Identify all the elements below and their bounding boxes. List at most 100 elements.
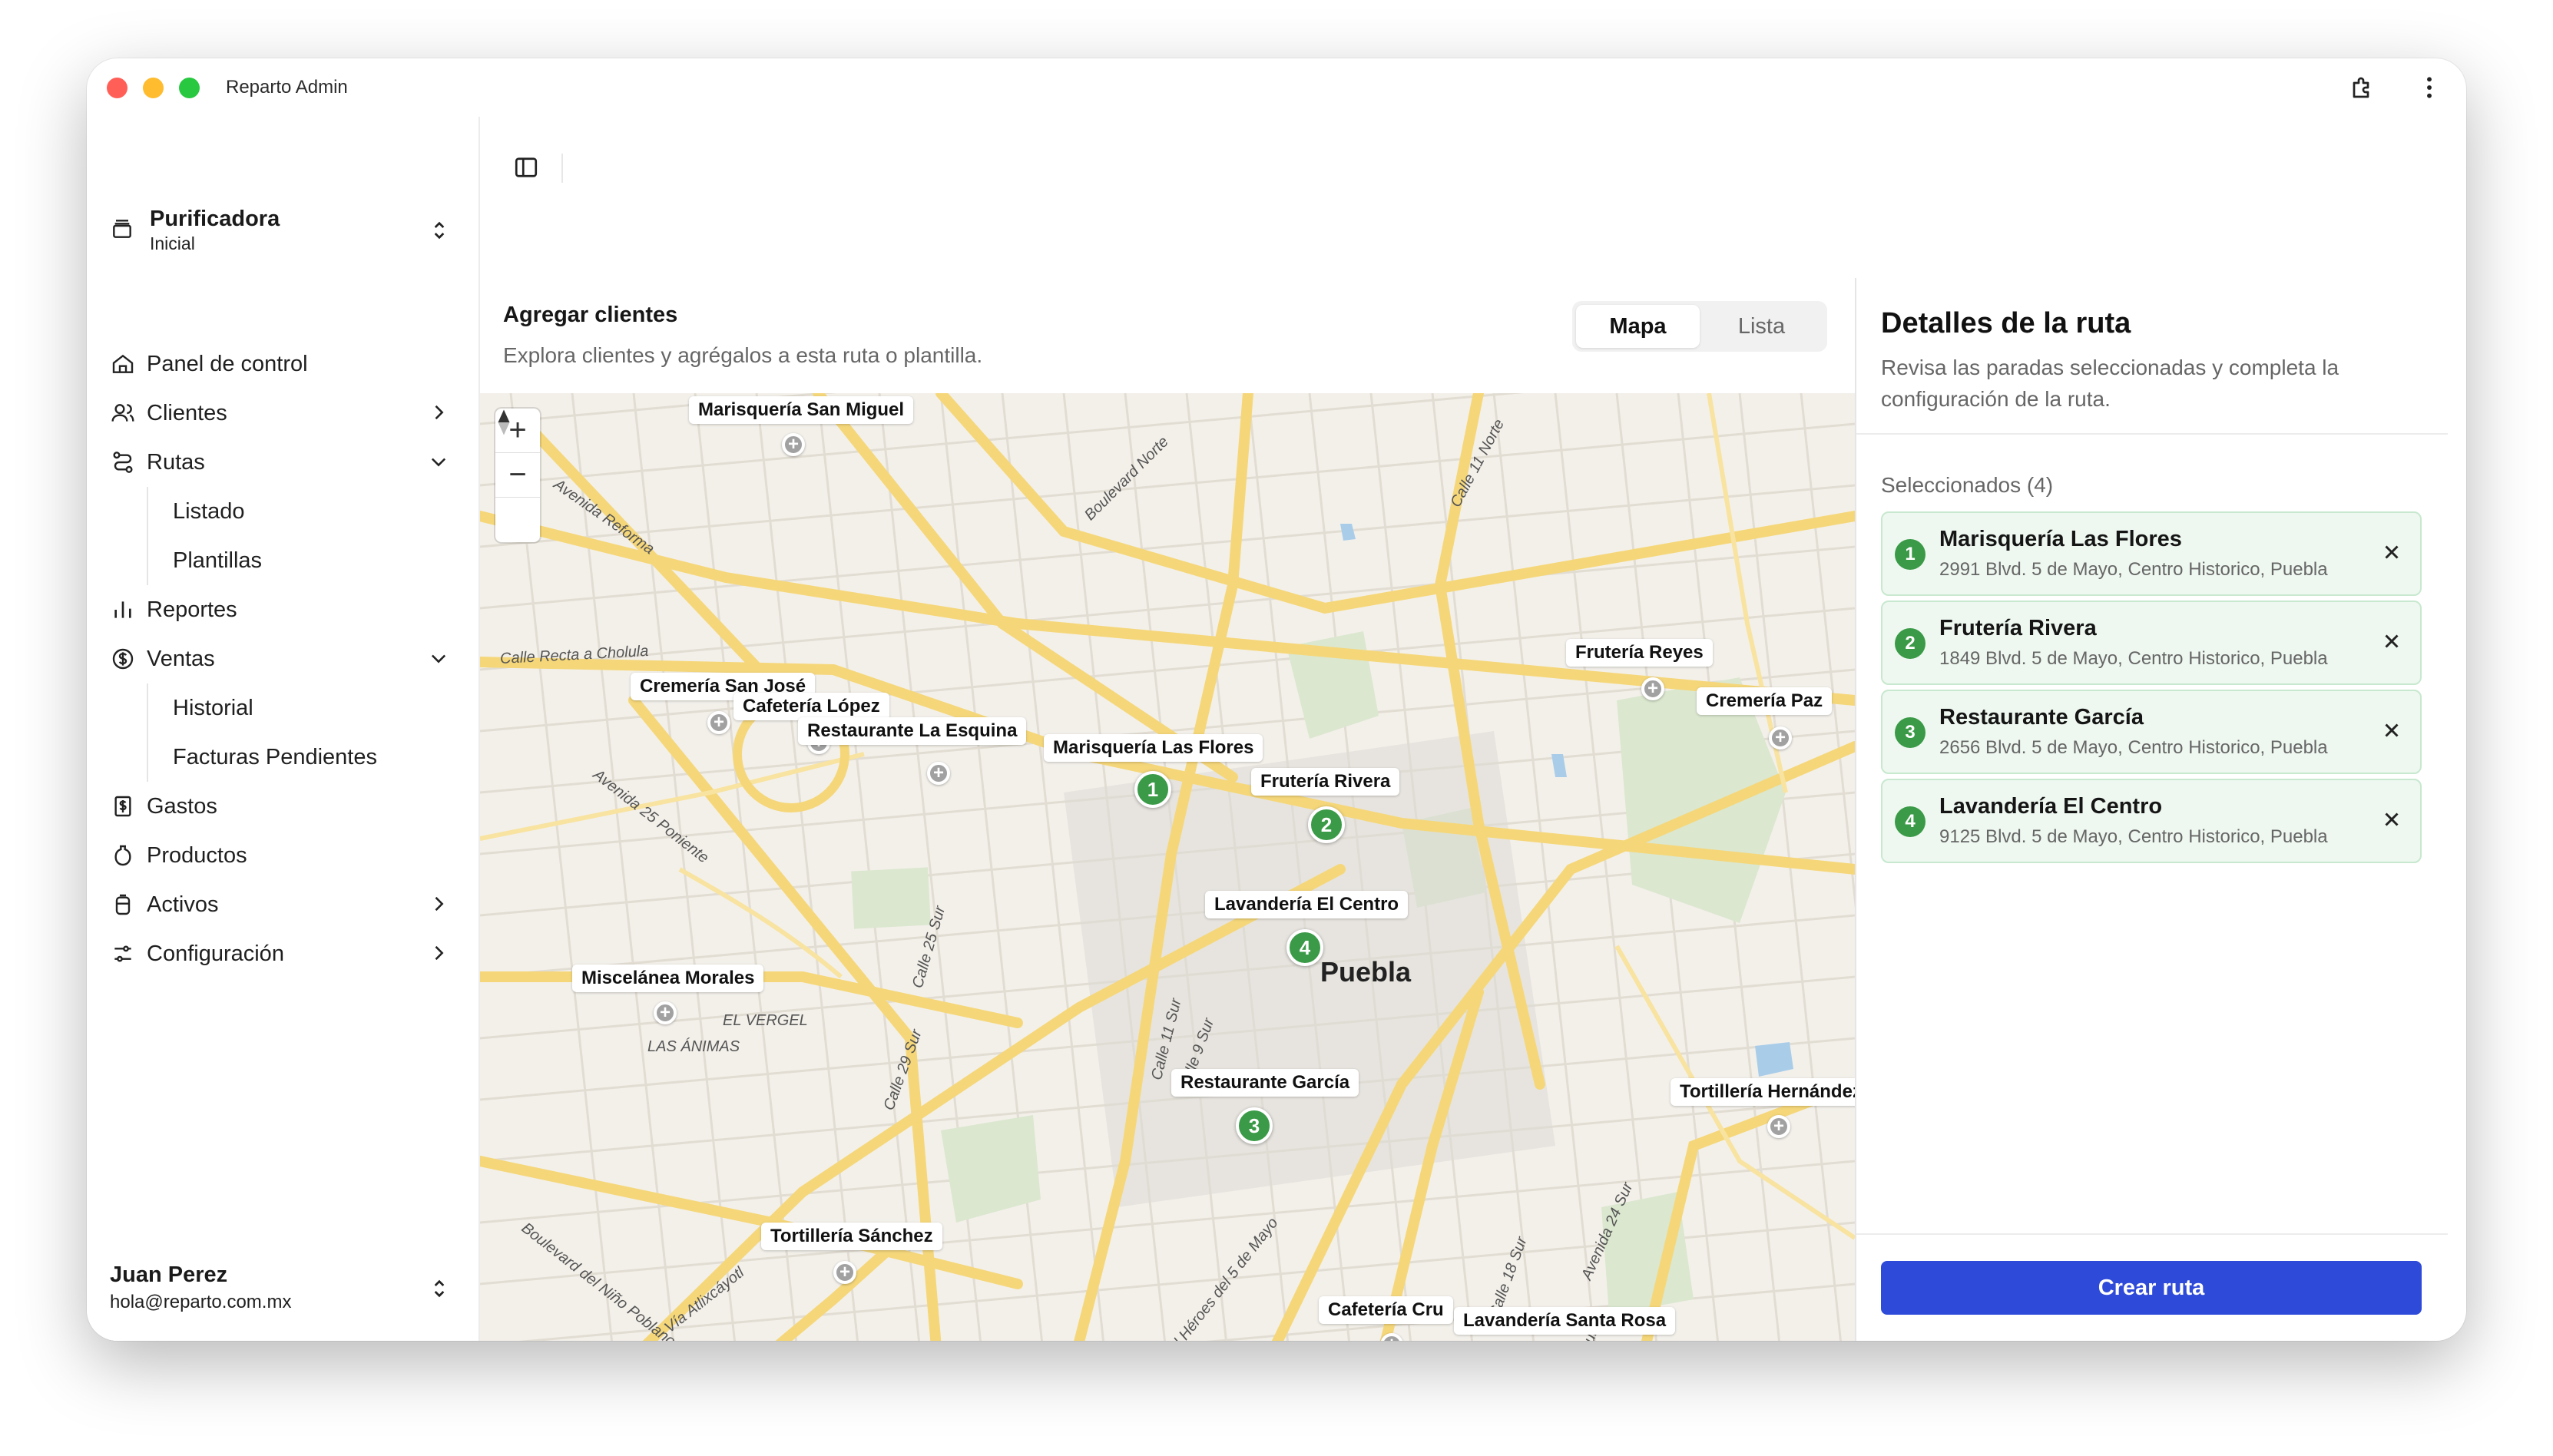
- client-label[interactable]: Cafetería Cru: [1319, 1296, 1453, 1324]
- home-icon: [110, 351, 136, 377]
- client-label[interactable]: Marisquería Las Flores: [1044, 734, 1263, 762]
- add-client-pin[interactable]: +: [833, 1261, 856, 1284]
- city-label: Puebla: [1320, 956, 1412, 988]
- client-label[interactable]: Lavandería Santa Rosa: [1454, 1307, 1676, 1335]
- add-client-pin[interactable]: +: [927, 762, 950, 785]
- client-label[interactable]: Lavandería El Centro: [1205, 891, 1409, 918]
- selected-stop-card[interactable]: 1 Marisquería Las Flores 2991 Blvd. 5 de…: [1881, 511, 2422, 596]
- client-label[interactable]: Restaurante La Esquina: [798, 717, 1027, 745]
- more-options-icon[interactable]: [2414, 72, 2445, 103]
- ventas-submenu: Historial Facturas Pendientes: [147, 683, 457, 782]
- main-area: Agregar clientes Explora clientes y agré…: [480, 117, 2466, 1341]
- add-client-pin[interactable]: +: [654, 1001, 677, 1024]
- divider: [1856, 1233, 2448, 1235]
- nav-label: Clientes: [147, 400, 227, 425]
- app-window: Reparto Admin Purificadora Inicial Panel…: [87, 58, 2466, 1341]
- create-route-button[interactable]: Crear ruta: [1881, 1261, 2422, 1315]
- nav-label: Ventas: [147, 646, 215, 671]
- add-client-pin[interactable]: +: [707, 711, 730, 734]
- selected-stops-list: 1 Marisquería Las Flores 2991 Blvd. 5 de…: [1881, 511, 2422, 868]
- stop-address: 2991 Blvd. 5 de Mayo, Centro Historico, …: [1939, 559, 2328, 580]
- remove-stop-icon[interactable]: [2380, 719, 2403, 746]
- add-client-pin[interactable]: +: [782, 433, 805, 456]
- nav-item-reportes[interactable]: Reportes: [110, 585, 457, 634]
- nav-item-configuracion[interactable]: Configuración: [110, 929, 457, 978]
- window-title: Reparto Admin: [226, 77, 348, 98]
- divider: [1856, 433, 2448, 435]
- rutas-submenu: Listado Plantillas: [147, 487, 457, 585]
- title-bar: Reparto Admin: [87, 58, 2466, 117]
- extensions-icon[interactable]: [2348, 72, 2379, 103]
- stop-address: 9125 Blvd. 5 de Mayo, Centro Historico, …: [1939, 826, 2328, 847]
- toggle-sidebar-icon[interactable]: [512, 154, 540, 185]
- client-label[interactable]: Restaurante García: [1171, 1069, 1359, 1097]
- nav-item-gastos[interactable]: Gastos: [110, 782, 457, 831]
- chevron-down-icon: [428, 647, 449, 675]
- title-bar-actions: [2348, 72, 2445, 103]
- stop-name: Frutería Rivera: [1939, 616, 2097, 640]
- client-label[interactable]: Frutería Reyes: [1566, 639, 1713, 667]
- route-stop-pin[interactable]: 4: [1286, 929, 1323, 966]
- minimize-window-button[interactable]: [143, 77, 164, 98]
- stop-order-badge: 4: [1895, 806, 1926, 837]
- route-stop-pin[interactable]: 2: [1308, 806, 1345, 843]
- client-label[interactable]: Frutería Rivera: [1251, 768, 1400, 796]
- client-label[interactable]: Tortillería Sánchez: [761, 1223, 942, 1250]
- sidebar-item-historial[interactable]: Historial: [173, 683, 457, 733]
- stop-address: 2656 Blvd. 5 de Mayo, Centro Historico, …: [1939, 737, 2328, 758]
- nav-item-panel-de-control[interactable]: Panel de control: [110, 339, 457, 389]
- tab-mapa[interactable]: Mapa: [1576, 305, 1700, 348]
- stop-order-badge: 1: [1895, 539, 1926, 570]
- selected-stop-card[interactable]: 2 Frutería Rivera 1849 Blvd. 5 de Mayo, …: [1881, 601, 2422, 685]
- nav-label: Panel de control: [147, 351, 308, 376]
- nav-item-rutas[interactable]: Rutas: [110, 438, 457, 487]
- add-clients-section: Agregar clientes Explora clientes y agré…: [480, 278, 1855, 1341]
- dollar-circle-icon: [110, 646, 136, 672]
- nav-item-clientes[interactable]: Clientes: [110, 389, 457, 438]
- add-client-pin[interactable]: +: [1769, 726, 1792, 750]
- neighborhood-label: EL VERGEL: [723, 1012, 808, 1029]
- selected-stop-card[interactable]: 4 Lavandería El Centro 9125 Blvd. 5 de M…: [1881, 779, 2422, 863]
- stop-name: Restaurante García: [1939, 705, 2144, 730]
- neighborhood-label: LAS ÁNIMAS: [647, 1038, 740, 1055]
- nav-item-productos[interactable]: Productos: [110, 831, 457, 880]
- remove-stop-icon[interactable]: [2380, 630, 2403, 657]
- client-label[interactable]: Marisquería San Miguel: [689, 396, 914, 424]
- workspace-plan: Inicial: [150, 233, 195, 253]
- chevron-up-down-icon: [429, 218, 449, 247]
- close-window-button[interactable]: [107, 77, 127, 98]
- route-stop-pin[interactable]: 1: [1134, 771, 1171, 808]
- panel-subtitle: Revisa las paradas seleccionadas y compl…: [1881, 356, 2339, 411]
- nav-item-ventas[interactable]: Ventas: [110, 634, 457, 683]
- user-menu[interactable]: Juan Perez hola@reparto.com.mx: [110, 1258, 457, 1319]
- main-nav: Panel de control Clientes Rutas Listado …: [110, 339, 457, 978]
- nav-item-activos[interactable]: Activos: [110, 880, 457, 929]
- stop-order-badge: 3: [1895, 717, 1926, 748]
- chevron-right-icon: [428, 942, 449, 970]
- tab-lista[interactable]: Lista: [1700, 305, 1823, 348]
- route-stop-pin[interactable]: 3: [1236, 1107, 1273, 1144]
- remove-stop-icon[interactable]: [2380, 808, 2403, 835]
- section-subtitle: Explora clientes y agrégalos a esta ruta…: [503, 343, 983, 367]
- route-details-panel: Detalles de la ruta Revisa las paradas s…: [1855, 278, 2466, 1341]
- map-view[interactable]: Avenida Reforma Calle Recta a Cholula Av…: [480, 393, 1855, 1341]
- client-label[interactable]: Tortillería Hernández: [1671, 1078, 1855, 1106]
- remove-stop-icon[interactable]: [2380, 541, 2403, 568]
- add-client-pin[interactable]: +: [1767, 1115, 1790, 1138]
- compass-reset-button[interactable]: [495, 409, 540, 542]
- maximize-window-button[interactable]: [179, 77, 200, 98]
- workspace-switcher[interactable]: Purificadora Inicial: [110, 200, 457, 261]
- bar-chart-icon: [110, 597, 136, 623]
- sidebar-item-plantillas[interactable]: Plantillas: [173, 536, 457, 585]
- chevron-up-down-icon: [429, 1276, 449, 1305]
- sidebar-item-listado[interactable]: Listado: [173, 487, 457, 536]
- client-label[interactable]: Miscelánea Morales: [572, 965, 764, 992]
- selected-stop-card[interactable]: 3 Restaurante García 2656 Blvd. 5 de May…: [1881, 690, 2422, 774]
- sidebar-item-facturas-pendientes[interactable]: Facturas Pendientes: [173, 733, 457, 782]
- nav-label: Productos: [147, 842, 247, 868]
- client-label[interactable]: Cremería Paz: [1697, 687, 1833, 715]
- add-client-pin[interactable]: +: [1641, 677, 1664, 700]
- zoom-out-button[interactable]: −: [495, 453, 540, 498]
- client-label[interactable]: Cafetería López: [733, 693, 889, 720]
- stop-name: Lavandería El Centro: [1939, 794, 2163, 819]
